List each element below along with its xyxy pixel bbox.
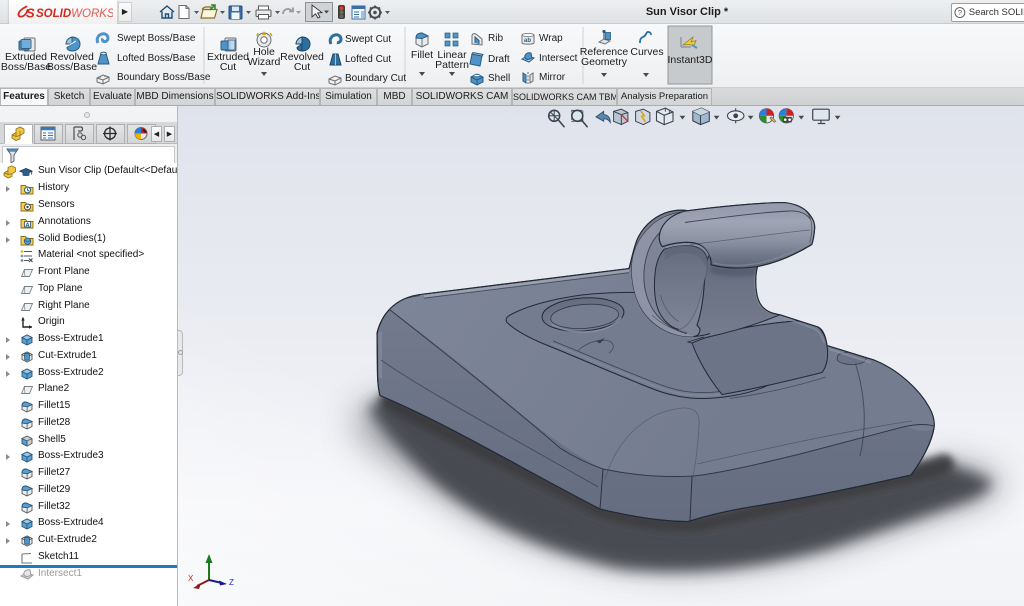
- svg-text:S: S: [26, 6, 35, 21]
- svg-text:?: ?: [958, 8, 962, 17]
- svg-text:X: X: [188, 574, 194, 583]
- svg-text:A: A: [26, 222, 30, 228]
- svg-text:Z: Z: [229, 578, 234, 587]
- svg-text:SOLIDWORKS: SOLIDWORKS: [36, 8, 113, 20]
- svg-text:ab: ab: [524, 38, 531, 44]
